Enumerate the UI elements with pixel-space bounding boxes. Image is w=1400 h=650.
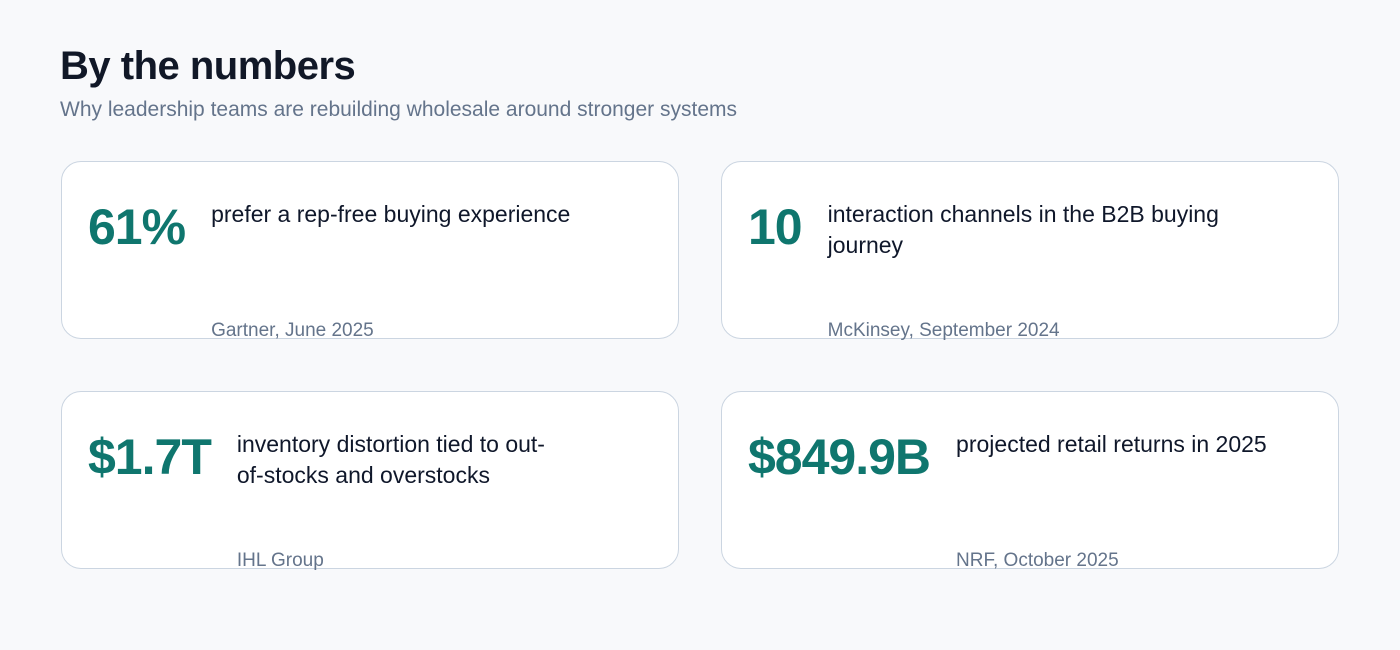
stat-card: $849.9B projected retail returns in 2025… (721, 391, 1339, 571)
stat-description: projected retail returns in 2025 (956, 431, 1267, 457)
stat-card: 61% prefer a rep-free buying experience … (61, 161, 679, 341)
stat-card: $1.7T inventory distortion tied to out-o… (61, 391, 679, 571)
stat-body: inventory distortion tied to out-of-stoc… (236, 428, 567, 571)
stat-description: inventory distortion tied to out-of-stoc… (236, 431, 545, 488)
stat-source: NRF, October 2025 (956, 550, 1119, 571)
stat-value: 10 (748, 199, 803, 255)
stat-card-content: 10 interaction channels in the B2B buyin… (748, 198, 1312, 341)
stat-value: $1.7T (88, 429, 212, 485)
stat-card: 10 interaction channels in the B2B buyin… (721, 161, 1339, 341)
stat-source: IHL Group (236, 550, 324, 571)
page-title: By the numbers (60, 44, 356, 88)
stat-card-content: $1.7T inventory distortion tied to out-o… (88, 428, 652, 571)
stat-value: 61% (88, 199, 186, 255)
stat-card-content: 61% prefer a rep-free buying experience … (88, 198, 652, 341)
stat-source: McKinsey, September 2024 (827, 320, 1060, 341)
stat-card-content: $849.9B projected retail returns in 2025… (748, 428, 1312, 571)
stat-value: $849.9B (748, 429, 931, 485)
stat-description: interaction channels in the B2B buying j… (827, 201, 1219, 258)
page-subtitle: Why leadership teams are rebuilding whol… (60, 98, 738, 121)
stat-body: projected retail returns in 2025 NRF, Oc… (956, 428, 1267, 571)
stat-description: prefer a rep-free buying experience (211, 201, 571, 227)
header: By the numbers Why leadership teams are … (60, 40, 737, 124)
stat-source: Gartner, June 2025 (211, 320, 374, 341)
stat-body: prefer a rep-free buying experience Gart… (211, 198, 571, 341)
stat-body: interaction channels in the B2B buying j… (827, 198, 1258, 341)
